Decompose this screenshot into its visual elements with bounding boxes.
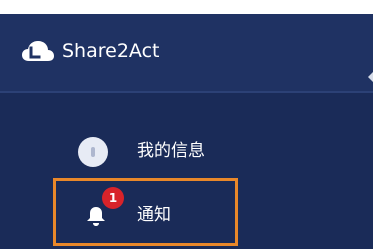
sidebar-nav: 我的信息 1 通知 [0,93,373,249]
sidebar-item-notifications[interactable]: 1 通知 [0,187,373,237]
collapse-arrow-icon[interactable] [368,70,373,84]
sidebar-item-my-info[interactable]: 我的信息 [0,131,373,175]
app-header: Share2Act [0,14,373,91]
brand-title: Share2Act [62,40,160,62]
avatar-mark-icon [91,147,95,157]
app-frame: Share2Act 我的信息 1 通知 [0,14,373,249]
notification-badge: 1 [102,187,124,209]
avatar [78,137,108,167]
cloud-logo-icon [21,39,55,63]
sidebar-item-label: 我的信息 [137,141,205,161]
bell-icon [83,203,109,229]
sidebar-item-label: 通知 [137,205,171,225]
